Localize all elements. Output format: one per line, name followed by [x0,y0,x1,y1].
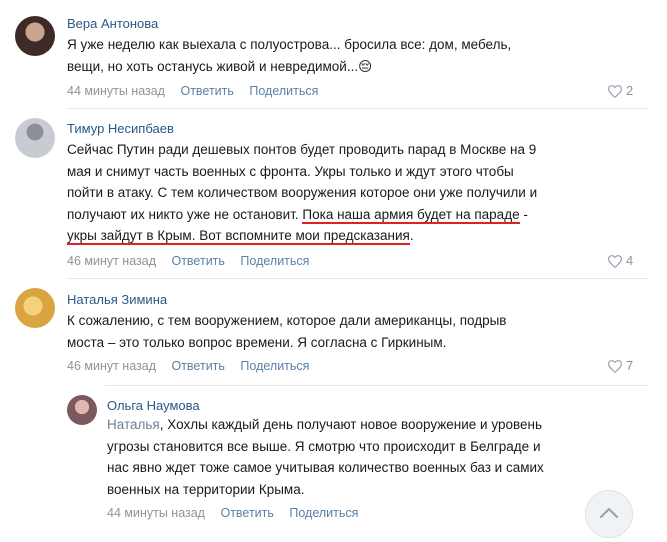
comment-line: пойти в атаку. С тем количеством вооруже… [67,185,538,200]
comment-line: Сейчас Путин ради дешевых понтов будет п… [67,142,537,157]
comment-time[interactable]: 46 минут назад [67,254,156,268]
comment-line: Я уже неделю как выехала с полуострова..… [67,37,512,52]
comment-fragment: получают их никто уже не остановит. [67,206,303,222]
reply-link[interactable]: Ответить [171,359,224,373]
like-count: 2 [626,83,634,98]
avatar[interactable] [15,16,55,56]
comment-text: Наталья, Хохлы каждый день получают ново… [107,414,544,500]
comment-line: угрозы становится все выше. Я смотрю что… [107,438,541,454]
comment-time[interactable]: 44 минуты назад [107,506,205,520]
underlined-fragment: укры зайдут в Крым. Вот вспомните мои пр… [67,228,410,245]
underlined-fragment: Пока наша армия будет на параде [302,206,520,224]
like-button[interactable]: 7 [607,358,634,374]
comment-text: Я уже неделю как выехала с полуострова..… [67,34,511,77]
divider [67,108,649,109]
like-count: 7 [626,358,634,373]
comment-line: получают их никто уже не остановит. Пока… [67,204,537,226]
heart-icon [607,255,623,269]
share-link[interactable]: Поделиться [240,254,309,268]
comment-line: К сожалению, с тем вооружением, которое … [67,313,507,328]
comment-line: военных на территории Крыма. [107,481,305,497]
like-button[interactable]: 4 [607,253,634,269]
reply-to-link[interactable]: Наталья [107,417,160,432]
share-link[interactable]: Поделиться [249,84,318,98]
comment-fragment: . [409,228,414,243]
comment-text: К сожалению, с тем вооружением, которое … [67,310,506,353]
heart-icon [607,85,623,99]
chevron-up-icon [599,507,619,519]
divider [105,385,649,386]
reply-link[interactable]: Ответить [180,84,233,98]
comment-author[interactable]: Вера Антонова [67,16,158,31]
comment-time[interactable]: 46 минут назад [67,359,156,373]
avatar[interactable] [15,118,55,158]
comment-time[interactable]: 44 минуты назад [67,84,165,98]
comment-line: Наталья, Хохлы каждый день получают ново… [107,414,544,436]
avatar[interactable] [67,395,97,425]
comment-meta: 46 минут назад Ответить Поделиться [67,254,321,268]
comment-meta: 44 минуты назад Ответить Поделиться [107,506,370,520]
comment-meta: 44 минуты назад Ответить Поделиться [67,84,330,98]
comment-author[interactable]: Ольга Наумова [107,398,200,413]
comment-line: мая и снимут часть военных с фронта. Укр… [67,163,514,179]
comment-meta: 46 минут назад Ответить Поделиться [67,359,321,373]
comment-author[interactable]: Тимур Несипбаев [67,121,174,136]
comment-line: нас явно ждет тоже самое учитывая количе… [107,460,544,475]
heart-icon [607,360,623,374]
like-count: 4 [626,253,634,268]
comment-fragment: , Хохлы каждый день получают новое воору… [159,417,542,432]
comment-author[interactable]: Наталья Зимина [67,292,167,307]
avatar[interactable] [15,288,55,328]
share-link[interactable]: Поделиться [240,359,309,373]
reply-link[interactable]: Ответить [171,254,224,268]
comment-fragment: - [519,206,528,222]
reply-link[interactable]: Ответить [220,506,273,520]
share-link[interactable]: Поделиться [289,506,358,520]
comment-line: моста – это только вопрос времени. Я сог… [67,334,447,350]
comment-text: Сейчас Путин ради дешевых понтов будет п… [67,139,537,247]
divider [67,278,649,279]
comment-line: укры зайдут в Крым. Вот вспомните мои пр… [67,225,537,247]
like-button[interactable]: 2 [607,83,634,99]
comment-line: вещи, но хоть останусь живой и невредимо… [67,58,373,74]
scroll-top-button[interactable] [585,490,633,538]
